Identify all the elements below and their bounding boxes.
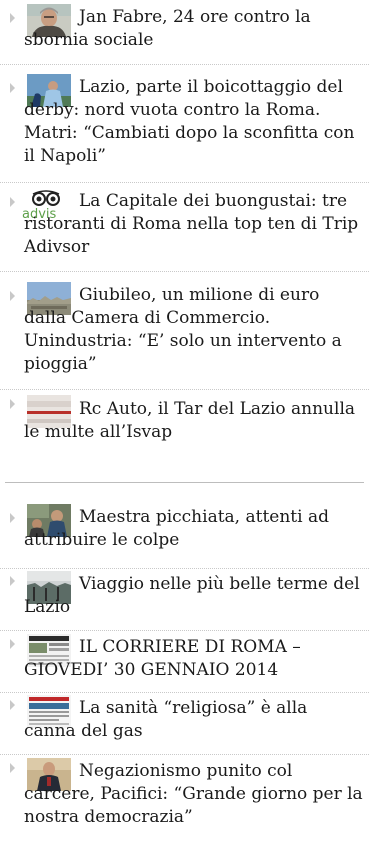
- list-item[interactable]: Rc Auto, il Tar del Lazio annulla le mul…: [0, 389, 369, 453]
- list-item[interactable]: Lazio, parte il boicottaggio del derby: …: [0, 64, 369, 183]
- bullet-arrow-icon: [10, 576, 15, 586]
- list-item[interactable]: Viaggio nelle più belle terme del Lazio: [0, 568, 369, 631]
- list-item[interactable]: Giubileo, un milione di euro dalla Camer…: [0, 271, 369, 390]
- bullet-arrow-icon: [10, 700, 15, 710]
- list-item[interactable]: Jan Fabre, 24 ore contro la sbornia soci…: [0, 0, 369, 65]
- bullet-arrow-icon: [10, 639, 15, 649]
- list-item[interactable]: La sanità “religiosa” è alla canna del g…: [0, 692, 369, 755]
- bullet-arrow-icon: [10, 763, 15, 773]
- bullet-arrow-icon: [10, 13, 15, 23]
- article-title[interactable]: Negazionismo punito col carcere, Pacific…: [24, 760, 363, 829]
- list-item[interactable]: Maestra picchiata, attenti ad attribuire…: [0, 483, 369, 569]
- article-title[interactable]: Giubileo, un milione di euro dalla Camer…: [24, 284, 363, 376]
- article-title[interactable]: Lazio, parte il boicottaggio del derby: …: [24, 76, 363, 168]
- article-title[interactable]: Viaggio nelle più belle terme del Lazio: [24, 573, 363, 619]
- article-title[interactable]: IL CORRIERE DI ROMA – GIOVEDI’ 30 GENNAI…: [24, 636, 363, 682]
- list-item[interactable]: IL CORRIERE DI ROMA – GIOVEDI’ 30 GENNAI…: [0, 630, 369, 693]
- bullet-arrow-icon: [10, 197, 15, 207]
- bullet-arrow-icon: [10, 83, 15, 93]
- list-item[interactable]: Negazionismo punito col carcere, Pacific…: [0, 754, 369, 841]
- list-item[interactable]: advis La Capitale dei buongustai: tre ri…: [0, 182, 369, 272]
- bullet-arrow-icon: [10, 291, 15, 301]
- bullet-arrow-icon: [10, 399, 15, 409]
- article-title[interactable]: Jan Fabre, 24 ore contro la sbornia soci…: [24, 6, 363, 52]
- article-title[interactable]: Maestra picchiata, attenti ad attribuire…: [24, 506, 363, 552]
- article-title[interactable]: La sanità “religiosa” è alla canna del g…: [24, 697, 363, 743]
- article-title[interactable]: La Capitale dei buongustai: tre ristoran…: [24, 190, 363, 259]
- bullet-arrow-icon: [10, 513, 15, 523]
- article-title[interactable]: Rc Auto, il Tar del Lazio annulla le mul…: [24, 398, 363, 444]
